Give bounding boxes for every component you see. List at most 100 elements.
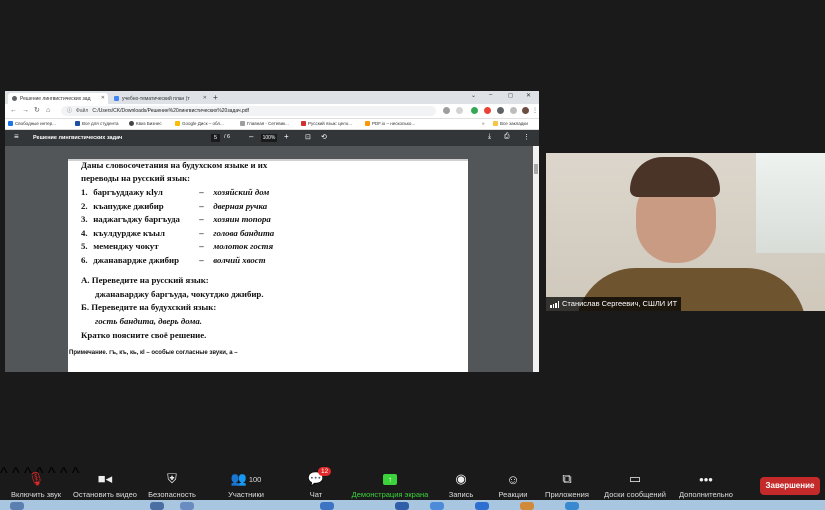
bookmark-item[interactable]: Свободные интер... [8,121,56,126]
tab-search-icon[interactable]: ⌄ [471,92,476,99]
security-label: Безопасность [148,490,196,499]
phrase-dash: – [199,214,204,224]
taskbar-app-icon[interactable] [320,502,334,510]
end-meeting-button[interactable]: Завершение [760,477,820,495]
bookmark-item[interactable]: Квиз Бизнес [129,121,162,126]
menu-icon[interactable]: ≡ [14,132,19,141]
participant-video[interactable]: Станислав Сергеевич, СШЛИ ИТ [546,153,825,311]
taskbar-app-icon[interactable] [180,502,194,510]
print-icon[interactable]: ⎙ [504,133,510,141]
task-b: Б. Переведите на будухский язык: [81,302,217,312]
tab-title: Решение лингвистических зад [20,95,91,102]
pdf-scrollbar[interactable] [533,146,539,372]
unmute-button[interactable]: 🎙 Включить звук [6,468,66,499]
phrase-dash: – [199,254,204,265]
zoom-in-button[interactable]: + [284,132,289,141]
reactions-button[interactable]: ☺ Реакции [496,468,530,500]
explain-text: Кратко поясните своё решение. [81,330,207,340]
star-icon[interactable] [456,107,463,114]
pdf-toolbar: ≡ Решение лингвистических задач 5 / 6 – … [5,130,539,147]
bookmark-label: Квиз Бизнес [136,121,162,126]
close-tab-icon[interactable]: ✕ [203,95,207,101]
more-options-icon[interactable]: ⋮ [523,133,530,141]
share-screen-button[interactable]: ↑ Демонстрация экрана [350,468,430,499]
avatar[interactable] [522,107,529,114]
scrollbar-thumb[interactable] [534,164,538,174]
taskbar-app-icon[interactable] [150,502,164,510]
rotate-icon[interactable]: ⟲ [321,133,327,141]
record-button[interactable]: ◉ Запись [446,468,476,499]
participants-icon: 👥 100 [230,471,262,486]
zoom-input[interactable]: 100% [261,134,277,142]
taskbar-app-icon[interactable] [430,502,444,510]
whiteboards-button[interactable]: ▭ Доски сообщений [601,468,669,499]
video-window-light [756,153,825,253]
forward-icon[interactable]: → [22,107,29,115]
download-icon[interactable]: ⤓ [488,133,491,141]
extension-icon[interactable] [471,107,478,114]
chevron-right-icon[interactable]: » [482,121,485,126]
info-icon: ⓘ [67,108,73,114]
sidepanel-icon[interactable] [510,107,517,114]
phrase-source: наджагъджу баргъуда [93,214,180,224]
taskbar-app-icon[interactable] [475,502,489,510]
phrase-row: 3. наджагъджу баргъуда – хозяин топора [81,214,271,224]
maximize-button[interactable]: ◻ [508,92,513,99]
url-scheme-label: Файл [76,108,89,114]
phrase-dash: – [199,241,204,251]
zoom-out-button[interactable]: – [249,132,253,141]
pdf-viewer[interactable]: Даны словосочетания на будухском языке и… [5,146,539,372]
bookmark-item[interactable]: Главная - Сетевик... [240,121,289,126]
record-icon: ◉ [455,471,467,486]
bookmark-item[interactable]: PDF.io – несколько... [365,121,415,126]
minimize-button[interactable]: – [489,92,492,98]
bookmark-item[interactable]: Русский язык: цело... [301,121,352,126]
taskbar-app-icon[interactable] [565,502,579,510]
tab-title: учебно-тематический план (т [122,95,190,102]
browser-tab[interactable]: учебно-тематический план (т ✕ [110,93,210,104]
url-field[interactable]: ⓘ Файл C:/Users/CK/Downloads/Решение%20лин… [61,106,436,116]
taskbar-app-icon[interactable] [520,502,534,510]
page-total: / 6 [224,134,231,140]
taskbar-app-icon[interactable] [10,502,24,510]
taskbar-app-icon[interactable] [395,502,409,510]
star-icon [301,121,306,126]
close-window-button[interactable]: ✕ [526,92,531,99]
more-button[interactable]: ••• Дополнительно [676,468,736,500]
close-tab-icon[interactable]: ✕ [101,95,105,101]
phrase-row: 6. джанаварджe джибир – волчий хвост [81,255,266,265]
home-icon[interactable]: ⌂ [46,107,50,115]
extension-icon[interactable] [484,107,491,114]
all-bookmarks-folder[interactable]: Все закладки [493,121,528,126]
back-icon[interactable]: ← [10,107,17,115]
bookmarks-bar: Свободные интер... Все для студента Квиз… [5,119,539,130]
puzzle-icon[interactable] [497,107,504,114]
stop-video-button[interactable]: ■◂ Остановить видео [70,468,140,499]
bookmark-label: Все для студента [82,121,119,126]
browser-tab-active[interactable]: Решение лингвистических зад ✕ [8,93,108,104]
bookmark-icon [8,121,13,126]
pdf-title: Решение лингвистических задач [33,135,123,141]
task-a-items: джанаварджу баргъуда, чокутджо джибир. [95,288,264,299]
bookmark-item[interactable]: Google Диск – обл... [175,121,224,126]
stop-video-label: Остановить видео [73,490,137,499]
page-number-input[interactable]: 5 [211,134,220,142]
participants-button[interactable]: 👥 100 Участники [224,468,268,499]
phrase-dash: – [199,227,204,238]
phrase-translation: голова бандита [213,227,275,238]
phrase-num: 3. [81,214,88,224]
apps-button[interactable]: ⧉ Приложения [543,468,591,499]
kebab-menu-icon[interactable]: ⋮ [532,107,538,115]
fit-page-icon[interactable]: ⊡ [305,133,311,141]
new-tab-button[interactable]: + [213,93,218,102]
reload-icon[interactable]: ↻ [34,107,40,115]
apps-label: Приложения [545,490,589,499]
google-drive-icon [175,121,180,126]
phrase-translation: молоток гостя [213,241,274,251]
bookmark-label: PDF.io – несколько... [372,121,416,126]
share-icon[interactable] [443,107,450,114]
security-button[interactable]: ⛨ Безопасность [146,468,198,499]
apps-icon: ⧉ [562,471,572,486]
bookmark-item[interactable]: Все для студента [75,121,119,126]
doc-icon [114,96,119,101]
